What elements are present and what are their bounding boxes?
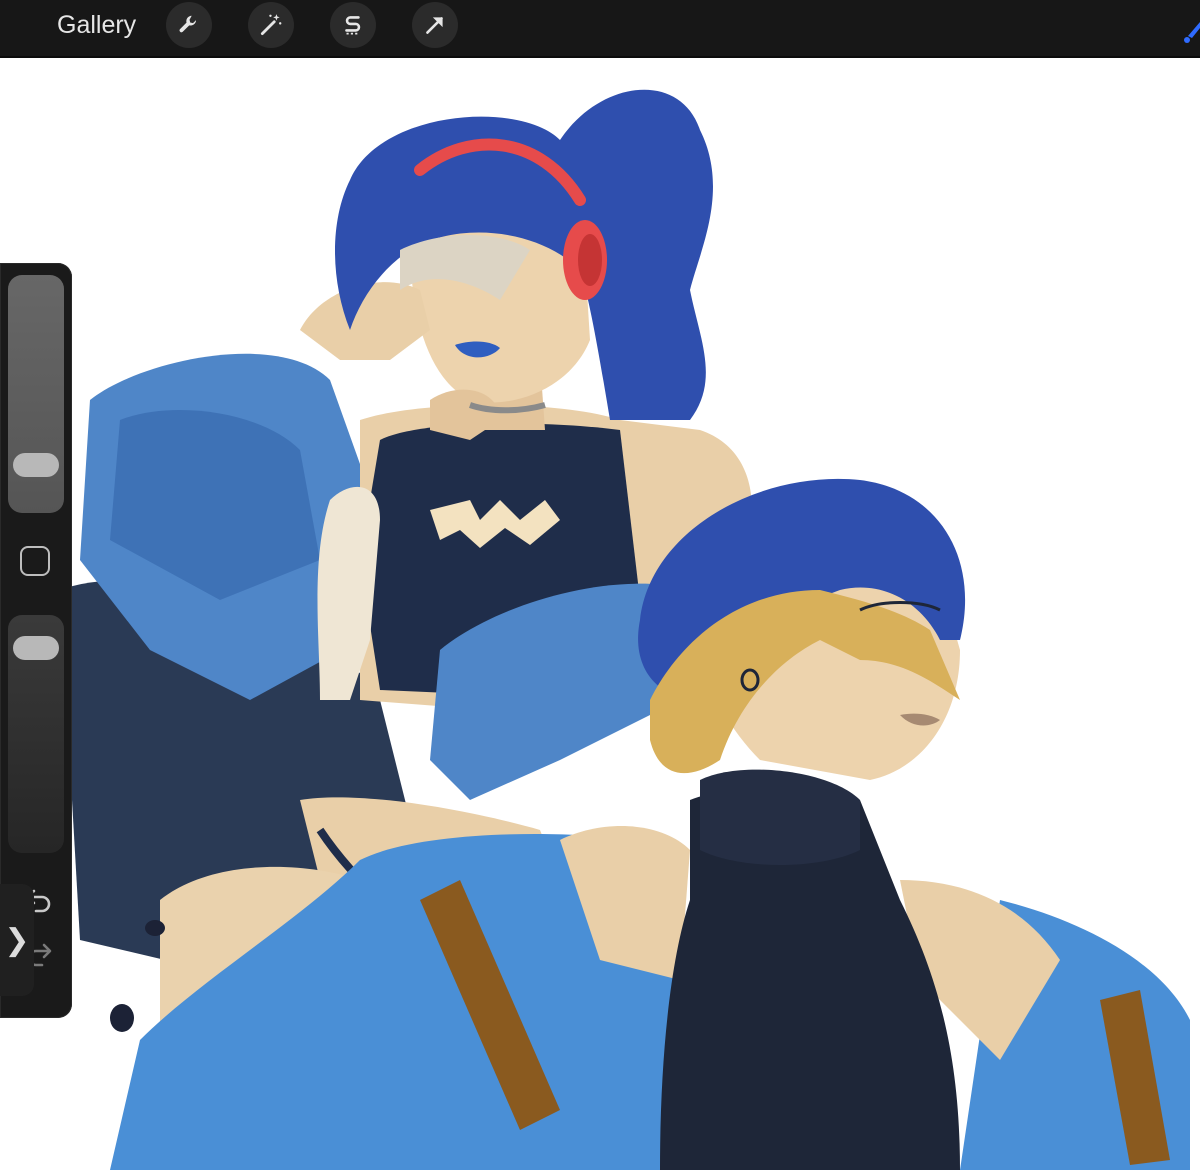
sidebar-expand-tab[interactable]: ❯ (0, 884, 34, 996)
adjustments-button[interactable] (248, 2, 294, 48)
actions-button[interactable] (166, 2, 212, 48)
drawing-canvas[interactable] (0, 60, 1200, 1170)
top-toolbar: Gallery (0, 0, 1200, 58)
procreate-app: Gallery ❯ (0, 0, 1200, 1170)
selection-s-icon (345, 16, 361, 35)
gallery-button[interactable]: Gallery (57, 10, 136, 40)
nail (145, 920, 165, 936)
brush-size-slider[interactable] (8, 275, 64, 513)
modify-button[interactable] (20, 546, 50, 576)
magic-wand-icon (260, 14, 282, 36)
nail (110, 1004, 134, 1032)
arrow-icon (426, 17, 443, 34)
artwork (60, 89, 1190, 1170)
opacity-thumb[interactable] (13, 636, 59, 661)
selection-button[interactable] (330, 2, 376, 48)
brush-color-icon[interactable] (1180, 20, 1200, 46)
opacity-slider[interactable] (8, 615, 64, 853)
transform-button[interactable] (412, 2, 458, 48)
wrench-icon (179, 15, 197, 33)
brush-size-thumb[interactable] (13, 453, 59, 478)
chevron-right-icon: ❯ (4, 922, 30, 958)
man-neck-collar (700, 769, 860, 865)
